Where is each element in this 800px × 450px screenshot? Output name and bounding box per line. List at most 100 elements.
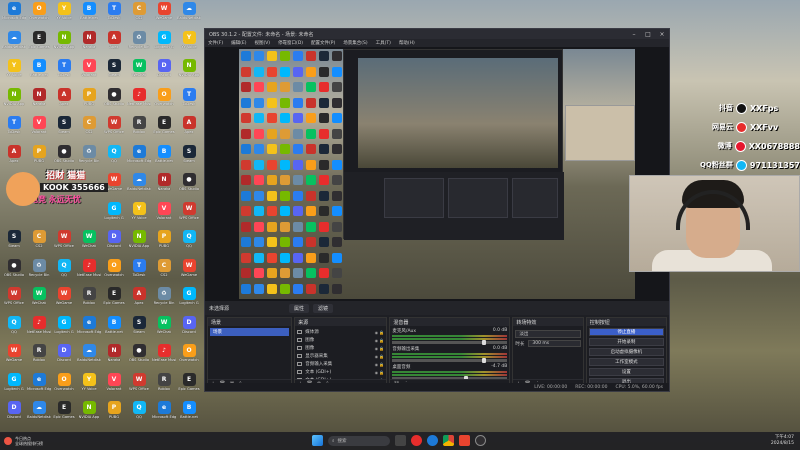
menu-tools[interactable]: 工具(T) bbox=[376, 40, 391, 46]
desktop-icon[interactable]: O Overwatch bbox=[52, 372, 76, 399]
desktop-icon[interactable]: Q QQ bbox=[177, 230, 201, 256]
desktop-icon[interactable]: R Roblox bbox=[27, 344, 51, 370]
desktop-icon[interactable]: A Apex bbox=[102, 30, 126, 57]
source-item[interactable]: 音频输入采集 ◉ 🔒 bbox=[297, 360, 384, 368]
menu-scene-collection[interactable]: 场景集合(S) bbox=[343, 40, 367, 46]
source-item[interactable]: 显示器采集 ◉ 🔒 bbox=[297, 352, 384, 360]
desktop-icon[interactable]: Y YY Voice bbox=[177, 30, 201, 57]
start-recording-button[interactable]: 开始录制 bbox=[588, 338, 664, 346]
desktop-icon[interactable]: A Apex bbox=[177, 116, 201, 142]
desktop-icon[interactable]: N Naraka bbox=[152, 173, 176, 199]
desktop-icon[interactable]: Q QQ bbox=[127, 401, 151, 427]
desktop-icon[interactable]: O Overwatch bbox=[27, 2, 51, 28]
desktop-icon[interactable]: W WeChat bbox=[152, 315, 176, 342]
desktop-icon[interactable]: e Microsoft Edge bbox=[2, 2, 26, 28]
taskview-icon[interactable] bbox=[395, 435, 406, 446]
volume-slider[interactable] bbox=[392, 340, 508, 345]
desktop-icon[interactable]: ● OBS Studio bbox=[2, 258, 26, 285]
desktop-icon[interactable]: ☁ BaiduNetdisk bbox=[177, 2, 201, 28]
desktop-icon[interactable]: V Valorant bbox=[152, 201, 176, 228]
desktop-icon[interactable]: W WPS Office bbox=[177, 201, 201, 228]
desktop-icon[interactable]: N Naraka bbox=[102, 344, 126, 370]
desktop-icon[interactable]: N NVIDIA App bbox=[2, 87, 26, 114]
edge-icon[interactable] bbox=[427, 435, 438, 446]
desktop-icon[interactable]: ● OBS Studio bbox=[127, 344, 151, 370]
desktop-icon[interactable]: N NVIDIA App bbox=[52, 30, 76, 57]
desktop-icon[interactable]: S Steam bbox=[2, 230, 26, 256]
source-item[interactable]: 图像 ◉ 🔒 bbox=[297, 344, 384, 352]
desktop-icon[interactable]: S Steam bbox=[102, 59, 126, 85]
desktop-icon[interactable]: R Roblox bbox=[152, 372, 176, 399]
visibility-eye-icon[interactable]: ◉ 🔒 bbox=[375, 370, 385, 375]
desktop-icon[interactable]: N NVIDIA App bbox=[127, 230, 151, 256]
menu-file[interactable]: 文件(F) bbox=[208, 40, 223, 46]
desktop-icon[interactable]: N NVIDIA App bbox=[77, 401, 101, 427]
desktop-icon[interactable]: B Battle.net bbox=[27, 59, 51, 85]
desktop-icon[interactable]: e Microsoft Edge bbox=[127, 144, 151, 171]
netease-music-icon[interactable] bbox=[411, 435, 422, 446]
widgets-button[interactable]: 今日热点 全球热搜排行榜 bbox=[4, 436, 43, 446]
desktop-icon[interactable]: ♪ NetEase Music bbox=[27, 315, 51, 342]
desktop-icon[interactable]: C CS2 bbox=[152, 258, 176, 285]
desktop-icon[interactable]: A Apex bbox=[52, 87, 76, 114]
desktop-icon[interactable]: D Discord bbox=[2, 401, 26, 427]
desktop-icon[interactable]: e Microsoft Edge bbox=[77, 315, 101, 342]
desktop-icon[interactable]: ♻ Recycle Bin bbox=[27, 258, 51, 285]
desktop-icon[interactable]: ☁ BaiduNetdisk bbox=[77, 344, 101, 370]
menu-view[interactable]: 视图(V) bbox=[254, 40, 270, 46]
desktop-icon[interactable]: G Logitech G bbox=[177, 287, 201, 313]
desktop-icon[interactable]: D Discord bbox=[177, 315, 201, 342]
desktop-icon[interactable]: S Steam bbox=[177, 144, 201, 171]
desktop-icon[interactable]: ♻ Recycle Bin bbox=[77, 144, 101, 171]
desktop-icon[interactable]: A Apex bbox=[2, 144, 26, 171]
desktop-icon[interactable]: ♻ Recycle Bin bbox=[127, 30, 151, 57]
desktop-icon[interactable]: W WPS Office bbox=[102, 116, 126, 142]
settings-button[interactable]: 设置 bbox=[588, 368, 664, 376]
desktop-icon[interactable]: T ToDesk bbox=[2, 116, 26, 142]
desktop-icon[interactable]: T ToDesk bbox=[177, 87, 201, 114]
desktop-icon[interactable]: B Battle.net bbox=[177, 401, 201, 427]
desktop-icon[interactable]: W WeChat bbox=[27, 287, 51, 313]
virtual-camera-button[interactable]: 启动虚拟摄像机 bbox=[588, 348, 664, 356]
desktop-icon[interactable]: e Microsoft Edge bbox=[27, 372, 51, 399]
desktop-icon[interactable]: ♪ NetEase Music bbox=[77, 258, 101, 285]
visibility-eye-icon[interactable]: ◉ 🔒 bbox=[375, 362, 385, 367]
obs-taskbar-icon[interactable] bbox=[475, 435, 486, 446]
desktop-icon[interactable]: G Logitech G bbox=[152, 30, 176, 57]
desktop-icon[interactable]: V Valorant bbox=[27, 116, 51, 142]
maximize-icon[interactable]: □ bbox=[641, 31, 655, 38]
desktop-icon[interactable]: W WPS Office bbox=[52, 230, 76, 256]
transition-select[interactable]: 淡出 bbox=[515, 330, 581, 338]
volume-slider[interactable] bbox=[392, 376, 508, 379]
desktop-icon[interactable]: B Battle.net bbox=[152, 144, 176, 171]
menu-edit[interactable]: 编辑(E) bbox=[231, 40, 246, 46]
desktop-icon[interactable]: ☁ BaiduNetdisk bbox=[2, 30, 26, 57]
desktop-icon[interactable]: N Naraka bbox=[77, 30, 101, 57]
close-icon[interactable]: × bbox=[655, 31, 669, 38]
desktop-icon[interactable]: D Discord bbox=[52, 344, 76, 370]
desktop-icon[interactable]: O Overwatch bbox=[177, 344, 201, 370]
desktop-icon[interactable]: P PUBG bbox=[77, 87, 101, 114]
visibility-eye-icon[interactable]: ◉ 🔒 bbox=[375, 346, 385, 351]
volume-slider[interactable] bbox=[392, 358, 508, 363]
desktop-icon[interactable]: ● OBS Studio bbox=[52, 144, 76, 171]
desktop-icon[interactable]: W WeGame bbox=[2, 344, 26, 370]
source-item[interactable]: 图像 ◉ 🔒 bbox=[297, 336, 384, 344]
clock[interactable]: 下午4:07 2024/8/15 bbox=[771, 435, 794, 447]
desktop-icon[interactable]: S Steam bbox=[127, 315, 151, 342]
filters-button[interactable]: 滤镜 bbox=[313, 303, 334, 313]
duration-field[interactable]: 300 ms bbox=[528, 340, 581, 347]
stop-streaming-button[interactable]: 停止直播 bbox=[588, 328, 664, 336]
obs-titlebar[interactable]: OBS 30.1.2 - 配置文件: 未命名 - 场景: 未命名 – □ × bbox=[205, 29, 669, 39]
desktop-icon[interactable]: W WeChat bbox=[77, 230, 101, 256]
desktop-icon[interactable]: E Epic Games bbox=[52, 401, 76, 427]
desktop-icon[interactable]: ♻ Recycle Bin bbox=[152, 287, 176, 313]
desktop-icon[interactable]: R Roblox bbox=[77, 287, 101, 313]
visibility-eye-icon[interactable]: ◉ 🔒 bbox=[375, 338, 385, 343]
studio-mode-button[interactable]: 工作室模式 bbox=[588, 358, 664, 366]
chrome-icon[interactable] bbox=[443, 435, 454, 446]
desktop-icon[interactable]: ♪ NetEase Music bbox=[152, 344, 176, 370]
desktop-icon[interactable]: W WPS Office bbox=[127, 372, 151, 399]
desktop-icon[interactable]: E Epic Games bbox=[152, 116, 176, 142]
desktop-icon[interactable]: D Discord bbox=[102, 230, 126, 256]
